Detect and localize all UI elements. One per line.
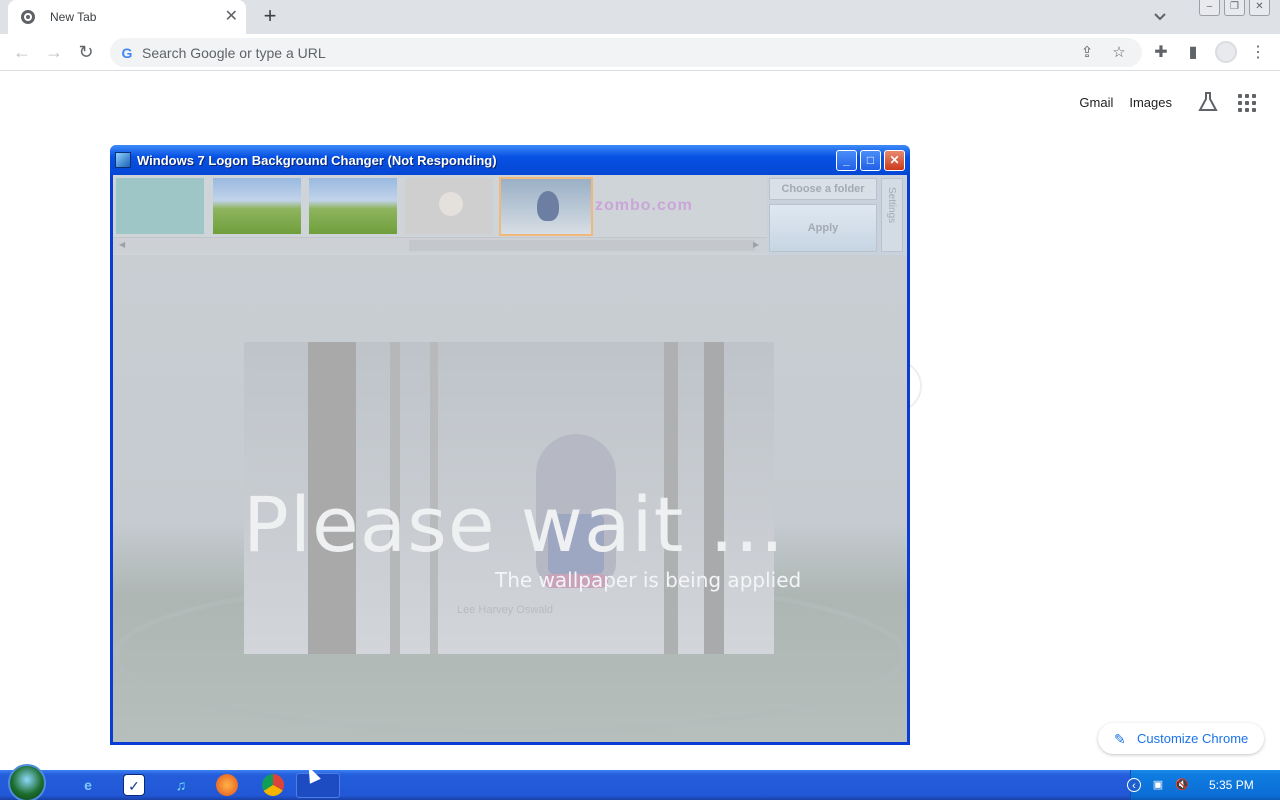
firefox-icon[interactable] [216, 774, 238, 796]
reload-icon[interactable]: ↻ [74, 41, 98, 65]
new-tab-button[interactable]: + [258, 5, 282, 29]
apply-button[interactable]: Apply [769, 204, 877, 252]
action-panel: Choose a folder Apply Settings [767, 175, 907, 255]
window-controls: – ❐ ✕ [1199, 0, 1270, 20]
ntp-header-links: Gmail Images [1079, 90, 1258, 114]
close-icon[interactable]: ✕ [1249, 0, 1270, 16]
thumbnail[interactable] [213, 178, 301, 234]
app-minimize-icon[interactable]: _ [836, 149, 857, 171]
back-icon[interactable]: ← [10, 41, 34, 65]
scroll-right-icon[interactable]: ▶ [753, 240, 759, 249]
menu-dots-icon[interactable]: ⋮ [1247, 42, 1269, 64]
customize-label: Customize Chrome [1137, 731, 1249, 746]
thumbnail[interactable] [309, 178, 397, 234]
scroll-left-icon[interactable]: ◀ [119, 240, 125, 249]
google-apps-icon[interactable] [1234, 90, 1258, 114]
share-icon[interactable]: ⇪ [1078, 44, 1096, 62]
clock[interactable]: 5:35 PM [1209, 778, 1254, 792]
please-wait-subtitle: The wallpaper is being applied [495, 568, 802, 592]
app-maximize-icon[interactable]: □ [860, 149, 881, 171]
thumbnail-strip: zombo.com ◀ ▶ [113, 175, 767, 255]
gmail-link[interactable]: Gmail [1079, 95, 1113, 110]
app-window-title: Windows 7 Logon Background Changer (Not … [137, 152, 497, 168]
chrome-favicon-icon [21, 10, 35, 24]
thumbnail-zombo[interactable]: zombo.com [595, 178, 695, 234]
side-panel-icon[interactable]: ▮ [1182, 42, 1204, 64]
profile-avatar[interactable] [1215, 41, 1237, 63]
images-link[interactable]: Images [1129, 95, 1172, 110]
settings-tab[interactable]: Settings [881, 178, 903, 252]
app-client-area: zombo.com ◀ ▶ Choose a folder Apply Sett… [113, 175, 907, 742]
chrome-icon[interactable] [262, 774, 284, 796]
omnibox[interactable]: G Search Google or type a URL ⇪ ☆ [110, 38, 1142, 67]
scrollbar-thumb[interactable] [409, 240, 755, 251]
bookmark-star-icon[interactable]: ☆ [1110, 44, 1128, 62]
app-close-icon[interactable]: ✕ [884, 149, 905, 171]
thumbnail[interactable] [116, 178, 204, 234]
tab-title: New Tab [50, 10, 97, 24]
google-g-icon: G [121, 44, 133, 61]
volume-muted-icon[interactable]: 🔇 [1175, 778, 1189, 792]
forward-icon[interactable]: → [42, 41, 66, 65]
preview-area: Please wait ... The wallpaper is being a… [113, 255, 907, 742]
restore-icon[interactable]: ❐ [1224, 0, 1245, 16]
labs-flask-icon[interactable] [1196, 90, 1220, 114]
thumbnail-scrollbar[interactable]: ◀ ▶ [113, 237, 767, 253]
internet-explorer-icon[interactable]: e [77, 774, 99, 796]
tab-strip: New Tab ✕ + – ❐ ✕ [0, 0, 1280, 34]
omnibox-placeholder: Search Google or type a URL [142, 44, 326, 61]
extensions-icon[interactable]: ✚ [1150, 42, 1172, 64]
tab-close-icon[interactable]: ✕ [225, 9, 238, 25]
app-window-titlebar[interactable]: Windows 7 Logon Background Changer (Not … [110, 145, 910, 175]
customize-chrome-button[interactable]: ✎ Customize Chrome [1098, 723, 1264, 754]
minimize-icon[interactable]: – [1199, 0, 1220, 16]
browser-toolbar: ← → ↻ G Search Google or type a URL ⇪ ☆ … [0, 34, 1280, 71]
tasks-icon[interactable]: ✓ [123, 774, 145, 796]
thumbnail-selected[interactable] [499, 177, 593, 236]
system-tray: ‹ ▣ 🔇 5:35 PM [1127, 770, 1280, 800]
music-icon[interactable]: ♫ [170, 774, 192, 796]
tab-search-chevron-icon[interactable] [1150, 8, 1170, 26]
thumbnail[interactable] [405, 178, 493, 234]
pencil-icon: ✎ [1114, 730, 1126, 747]
app-window: Windows 7 Logon Background Changer (Not … [110, 145, 910, 745]
wallpaper-credit: Lee Harvey Oswald [457, 604, 553, 616]
tray-expand-icon[interactable]: ‹ [1127, 778, 1141, 792]
choose-folder-button[interactable]: Choose a folder [769, 178, 877, 200]
taskbar [0, 770, 1280, 800]
app-icon [115, 152, 131, 168]
settings-tab-label: Settings [886, 187, 897, 224]
network-icon[interactable]: ▣ [1151, 778, 1165, 792]
please-wait-text: Please wait ... [243, 480, 786, 569]
start-button[interactable] [8, 764, 46, 800]
tab-new-tab[interactable]: New Tab ✕ [8, 0, 246, 34]
